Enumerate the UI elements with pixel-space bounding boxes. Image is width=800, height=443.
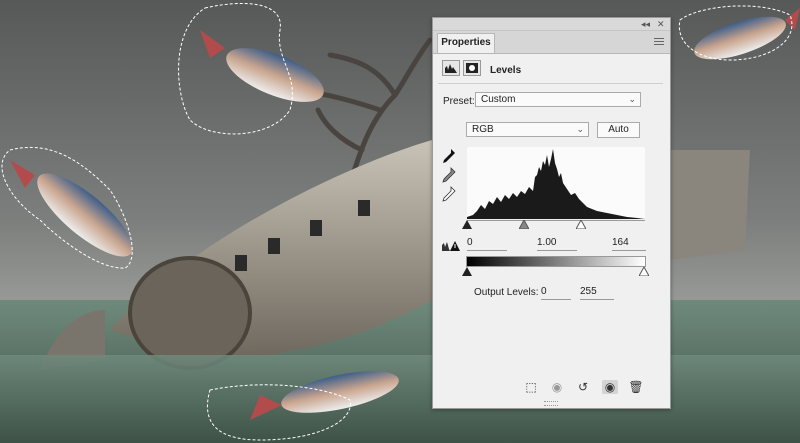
canvas-artwork: [0, 0, 800, 443]
reset-icon[interactable]: ↺: [575, 380, 591, 394]
preset-select[interactable]: Custom ⌄: [475, 92, 641, 107]
output-gradient: [466, 256, 646, 267]
chevron-down-icon: ⌄: [628, 94, 636, 104]
input-slider-track: [467, 220, 645, 221]
output-levels-label: Output Levels:: [474, 287, 539, 298]
mask-icon[interactable]: [463, 60, 481, 76]
output-white-handle[interactable]: [639, 267, 649, 276]
clipping-warning-icon[interactable]: [441, 240, 461, 252]
preset-label: Preset:: [443, 96, 475, 107]
view-previous-state-icon[interactable]: ◉: [549, 380, 565, 394]
output-black-field[interactable]: 0: [541, 285, 571, 300]
black-point-eyedropper-icon[interactable]: [442, 148, 456, 164]
clip-to-layer-icon[interactable]: ⬚: [523, 380, 539, 394]
panel-titlebar: [433, 18, 670, 31]
toggle-visibility-icon[interactable]: ◉: [602, 380, 618, 394]
gray-point-eyedropper-icon[interactable]: [442, 167, 456, 183]
input-black-handle[interactable]: [462, 220, 472, 229]
input-gamma-handle[interactable]: [519, 220, 529, 229]
channel-select[interactable]: RGB ⌄: [466, 122, 589, 137]
close-panel-icon[interactable]: ✕: [657, 18, 665, 30]
output-black-handle[interactable]: [462, 267, 472, 276]
chevron-down-icon: ⌄: [576, 124, 584, 134]
input-white-handle[interactable]: [576, 220, 586, 229]
channel-value: RGB: [472, 124, 494, 135]
divider: [438, 83, 663, 84]
adjustment-title: Levels: [490, 65, 522, 76]
preset-value: Custom: [481, 94, 516, 105]
delete-icon[interactable]: 🗑: [628, 380, 644, 394]
panel-menu-icon[interactable]: [654, 38, 664, 47]
input-white-field[interactable]: 164: [612, 236, 646, 251]
input-gamma-field[interactable]: 1.00: [537, 236, 577, 251]
levels-adjustment-icon[interactable]: [442, 60, 460, 76]
tab-properties[interactable]: Properties: [437, 33, 495, 53]
collapse-icon[interactable]: ◂◂: [641, 18, 650, 30]
white-point-eyedropper-icon[interactable]: [442, 186, 456, 202]
output-white-field[interactable]: 255: [580, 285, 614, 300]
histogram: [467, 147, 645, 219]
auto-button[interactable]: Auto: [597, 122, 640, 138]
input-black-field[interactable]: 0: [467, 236, 507, 251]
resize-grip[interactable]: [544, 401, 558, 406]
